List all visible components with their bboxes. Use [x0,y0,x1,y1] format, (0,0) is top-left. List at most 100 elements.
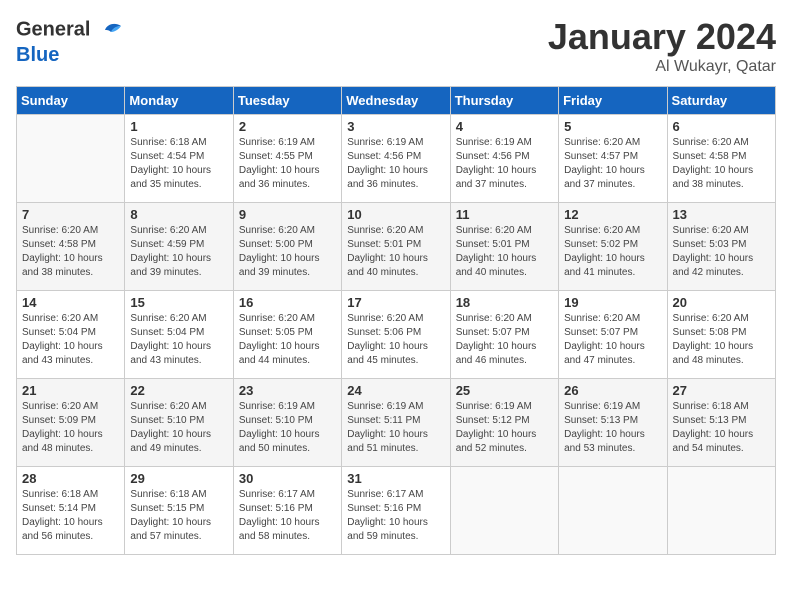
week-row-1: 1 Sunrise: 6:18 AMSunset: 4:54 PMDaylight… [17,115,776,203]
day-number: 21 [22,383,119,398]
day-info: Sunrise: 6:18 AMSunset: 5:13 PMDaylight:… [673,400,770,456]
day-cell [17,115,125,203]
day-cell: 10 Sunrise: 6:20 AMSunset: 5:01 PMDayligh… [342,203,450,291]
day-info: Sunrise: 6:20 AMSunset: 5:01 PMDaylight:… [347,224,444,280]
day-number: 5 [564,119,661,134]
day-number: 10 [347,207,444,222]
title-area: January 2024 Al Wukayr, Qatar [548,16,776,76]
day-info: Sunrise: 6:20 AMSunset: 5:04 PMDaylight:… [130,312,227,368]
day-info: Sunrise: 6:20 AMSunset: 5:09 PMDaylight:… [22,400,119,456]
day-info: Sunrise: 6:19 AMSunset: 5:13 PMDaylight:… [564,400,661,456]
weekday-header-tuesday: Tuesday [233,87,341,115]
calendar-subtitle: Al Wukayr, Qatar [548,58,776,76]
weekday-header-saturday: Saturday [667,87,775,115]
day-cell: 14Sunrise: 6:20 AMSunset: 5:04 PMDayligh… [17,291,125,379]
day-number: 8 [130,207,227,222]
day-info: Sunrise: 6:19 AMSunset: 4:55 PMDaylight:… [239,136,336,192]
day-info: Sunrise: 6:19 AMSunset: 5:10 PMDaylight:… [239,400,336,456]
day-number: 27 [673,383,770,398]
day-number: 17 [347,295,444,310]
day-cell: 27 Sunrise: 6:18 AMSunset: 5:13 PMDayligh… [667,379,775,467]
day-cell: 1 Sunrise: 6:18 AMSunset: 4:54 PMDaylight… [125,115,233,203]
day-cell: 5 Sunrise: 6:20 AMSunset: 4:57 PMDaylight… [559,115,667,203]
calendar-title: January 2024 [548,16,776,58]
day-cell: 31 Sunrise: 6:17 AMSunset: 5:16 PMDayligh… [342,467,450,555]
weekday-row: SundayMondayTuesdayWednesdayThursdayFrid… [17,87,776,115]
day-number: 12 [564,207,661,222]
day-number: 16 [239,295,336,310]
day-number: 30 [239,471,336,486]
weekday-header-sunday: Sunday [17,87,125,115]
day-number: 20 [673,295,770,310]
weekday-header-thursday: Thursday [450,87,558,115]
week-row-4: 21 Sunrise: 6:20 AMSunset: 5:09 PMDayligh… [17,379,776,467]
day-info: Sunrise: 6:20 AMSunset: 5:06 PMDaylight:… [347,312,444,368]
day-cell [450,467,558,555]
day-number: 3 [347,119,444,134]
day-cell: 15 Sunrise: 6:20 AMSunset: 5:04 PMDayligh… [125,291,233,379]
day-info: Sunrise: 6:18 AMSunset: 4:54 PMDaylight:… [130,136,227,192]
day-info: Sunrise: 6:17 AMSunset: 5:16 PMDaylight:… [239,488,336,544]
day-number: 9 [239,207,336,222]
day-info: Sunrise: 6:20 AMSunset: 5:07 PMDaylight:… [456,312,553,368]
day-info: Sunrise: 6:19 AMSunset: 4:56 PMDaylight:… [347,136,444,192]
day-info: Sunrise: 6:18 AMSunset: 5:15 PMDaylight:… [130,488,227,544]
day-number: 19 [564,295,661,310]
day-number: 13 [673,207,770,222]
day-cell [559,467,667,555]
day-cell: 7 Sunrise: 6:20 AMSunset: 4:58 PMDaylight… [17,203,125,291]
page-header: General Blue January 2024 Al Wukayr, Qat… [16,16,776,76]
day-number: 24 [347,383,444,398]
day-info: Sunrise: 6:20 AMSunset: 5:03 PMDaylight:… [673,224,770,280]
week-row-2: 7 Sunrise: 6:20 AMSunset: 4:58 PMDaylight… [17,203,776,291]
day-info: Sunrise: 6:20 AMSunset: 5:01 PMDaylight:… [456,224,553,280]
day-number: 26 [564,383,661,398]
day-info: Sunrise: 6:20 AMSunset: 5:07 PMDaylight:… [564,312,661,368]
day-number: 11 [456,207,553,222]
day-cell: 4Sunrise: 6:19 AMSunset: 4:56 PMDaylight… [450,115,558,203]
day-cell: 29 Sunrise: 6:18 AMSunset: 5:15 PMDayligh… [125,467,233,555]
day-info: Sunrise: 6:20 AMSunset: 5:05 PMDaylight:… [239,312,336,368]
day-info: Sunrise: 6:20 AMSunset: 5:00 PMDaylight:… [239,224,336,280]
day-cell: 6 Sunrise: 6:20 AMSunset: 4:58 PMDaylight… [667,115,775,203]
day-cell: 3 Sunrise: 6:19 AMSunset: 4:56 PMDaylight… [342,115,450,203]
logo-blue: Blue [16,44,125,66]
day-info: Sunrise: 6:20 AMSunset: 4:58 PMDaylight:… [673,136,770,192]
day-number: 15 [130,295,227,310]
day-info: Sunrise: 6:20 AMSunset: 4:59 PMDaylight:… [130,224,227,280]
day-info: Sunrise: 6:20 AMSunset: 5:10 PMDaylight:… [130,400,227,456]
logo: General Blue [16,16,125,66]
day-cell: 16 Sunrise: 6:20 AMSunset: 5:05 PMDayligh… [233,291,341,379]
calendar-body: 1 Sunrise: 6:18 AMSunset: 4:54 PMDaylight… [17,115,776,555]
day-cell: 23Sunrise: 6:19 AMSunset: 5:10 PMDayligh… [233,379,341,467]
week-row-3: 14 Sunrise: 6:20 AMSunset: 5:04 PMDayligh… [17,291,776,379]
week-row-5: 28Sunrise: 6:18 AMSunset: 5:14 PMDayligh… [17,467,776,555]
day-info: Sunrise: 6:20 AMSunset: 5:08 PMDaylight:… [673,312,770,368]
day-cell: 11 Sunrise: 6:20 AMSunset: 5:01 PMDayligh… [450,203,558,291]
day-number: 14 [22,295,119,310]
day-number: 4 [456,119,553,134]
day-info: Sunrise: 6:18 AMSunset: 5:14 PMDaylight:… [22,488,119,544]
day-cell [667,467,775,555]
day-info: Sunrise: 6:20 AMSunset: 4:58 PMDaylight:… [22,224,119,280]
day-number: 29 [130,471,227,486]
day-info: Sunrise: 6:17 AMSunset: 5:16 PMDaylight:… [347,488,444,544]
day-number: 31 [347,471,444,486]
day-number: 25 [456,383,553,398]
day-cell: 28Sunrise: 6:18 AMSunset: 5:14 PMDayligh… [17,467,125,555]
calendar-table: SundayMondayTuesdayWednesdayThursdayFrid… [16,86,776,555]
day-cell: 25Sunrise: 6:19 AMSunset: 5:12 PMDayligh… [450,379,558,467]
calendar-header: SundayMondayTuesdayWednesdayThursdayFrid… [17,87,776,115]
day-cell: 30 Sunrise: 6:17 AMSunset: 5:16 PMDayligh… [233,467,341,555]
day-cell: 9 Sunrise: 6:20 AMSunset: 5:00 PMDaylight… [233,203,341,291]
day-cell: 12 Sunrise: 6:20 AMSunset: 5:02 PMDayligh… [559,203,667,291]
day-number: 6 [673,119,770,134]
day-number: 7 [22,207,119,222]
day-cell: 13 Sunrise: 6:20 AMSunset: 5:03 PMDayligh… [667,203,775,291]
day-cell: 26 Sunrise: 6:19 AMSunset: 5:13 PMDayligh… [559,379,667,467]
day-info: Sunrise: 6:20 AMSunset: 4:57 PMDaylight:… [564,136,661,192]
day-info: Sunrise: 6:20 AMSunset: 5:02 PMDaylight:… [564,224,661,280]
day-cell: 19 Sunrise: 6:20 AMSunset: 5:07 PMDayligh… [559,291,667,379]
day-number: 1 [130,119,227,134]
logo-bird-icon [97,16,125,44]
